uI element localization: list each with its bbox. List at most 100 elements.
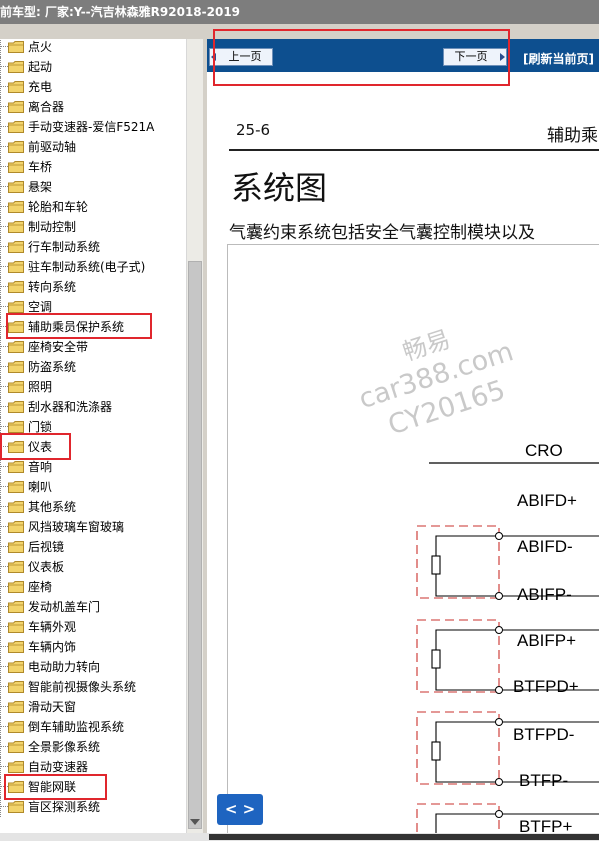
tree-item-label: 前驱动轴 [28,140,77,154]
tree-item[interactable]: 车辆内饰 [0,637,186,657]
folder-icon [8,41,24,53]
tree-connector [0,106,8,107]
folder-icon [8,301,24,313]
tree-item-label: 仪表 [28,440,53,454]
tree-item-label: 手动变速器-爱信F521A [28,120,155,134]
tree-item[interactable]: 后视镜 [0,537,186,557]
tree-connector [0,466,8,467]
tree-item-label: 音响 [28,460,53,474]
toggle-pane-button[interactable]: < > [217,794,263,825]
tree-item[interactable]: 刮水器和洗涤器 [0,397,186,417]
tree-scrollbar[interactable] [186,39,203,833]
tree-item[interactable]: 音响 [0,457,186,477]
connector-dashed-box [416,711,500,785]
prev-page-label: 上一页 [228,50,262,63]
tree-item[interactable]: 转向系统 [0,277,186,297]
connector-wire [435,813,497,833]
tree-item[interactable]: 仪表 [0,437,186,457]
tree-item[interactable]: 手动变速器-爱信F521A [0,117,186,137]
tree-connector [0,457,1,477]
tree-item-label: 倒车辅助监视系统 [28,720,125,734]
folder-icon [8,641,24,653]
arrow-right-icon [500,53,505,61]
diagram-signal-label: ABIFD- [517,537,573,556]
tree-item-label: 驻车制动系统(电子式) [28,260,146,274]
tree-connector [0,426,8,427]
tree-item[interactable]: 制动控制 [0,217,186,237]
tree-item[interactable]: 自动变速器 [0,757,186,777]
category-tree[interactable]: 点火 起动 充电 离合器手动变速器-爱信F521A 前驱动轴车桥悬架轮胎和车轮 制动控制行… [0,39,186,833]
horizontal-scrollbar-thumb[interactable] [209,834,599,840]
tree-item[interactable]: 空调 [0,297,186,317]
next-page-button[interactable]: 下一页 [443,48,507,66]
tree-connector [0,97,1,117]
tree-item[interactable]: 座椅安全带 [0,337,186,357]
tree-connector [0,637,1,657]
folder-icon [8,181,24,193]
folder-icon [8,281,24,293]
folder-icon [8,761,24,773]
tree-item[interactable]: 倒车辅助监视系统 [0,717,186,737]
page-nav-bar: 上一页 下一页 [刷新当前页] [207,39,599,72]
tree-connector [0,766,8,767]
header-rule [229,149,599,151]
tree-connector [0,597,1,617]
resistor-symbol [431,649,441,669]
tree-item[interactable]: 辅助乘员保护系统 [0,317,186,337]
diagram-signal-label: ABIFD+ [517,491,577,510]
tree-connector [0,317,1,337]
tree-connector [0,706,8,707]
tree-item[interactable]: 行车制动系统 [0,237,186,257]
tree-connector [0,257,1,277]
tree-item-label: 辅助乘员保护系统 [28,320,125,334]
tree-item[interactable]: 发动机盖车门 [0,597,186,617]
tree-item[interactable]: 照明 [0,377,186,397]
tree-connector [0,137,1,157]
tree-scrollbar-thumb[interactable] [188,261,202,829]
tree-item[interactable]: 防盗系统 [0,357,186,377]
tree-item[interactable]: 盲区探测系统 [0,797,186,817]
tree-item[interactable]: 车辆外观 [0,617,186,637]
tree-connector [0,417,1,437]
tree-item[interactable]: 门锁 [0,417,186,437]
folder-icon [8,341,24,353]
tree-connector [0,617,1,637]
tree-item[interactable]: 风挡玻璃车窗玻璃 [0,517,186,537]
tree-item[interactable]: 全景影像系统 [0,737,186,757]
tree-item[interactable]: 智能网联 [0,777,186,797]
tree-item[interactable]: 驻车制动系统(电子式) [0,257,186,277]
tree-item[interactable]: 充电 [0,77,186,97]
tree-item-label: 悬架 [28,180,53,194]
tree-item-label: 自动变速器 [28,760,89,774]
prev-page-button[interactable]: 上一页 [209,48,273,66]
tree-connector [0,357,1,377]
tree-connector [0,757,1,777]
tree-item[interactable]: 前驱动轴 [0,137,186,157]
connector-dashed-box [416,619,500,693]
tree-item[interactable]: 滑动天窗 [0,697,186,717]
tree-connector [0,326,8,327]
tree-connector [0,337,1,357]
tree-item[interactable]: 离合器 [0,97,186,117]
scroll-down-arrow-icon[interactable] [190,819,200,825]
tree-connector [0,537,1,557]
tree-item[interactable]: 悬架 [0,177,186,197]
tree-connector [0,746,8,747]
tree-item[interactable]: 电动助力转向 [0,657,186,677]
tree-item[interactable]: 座椅 [0,577,186,597]
tree-item[interactable]: 其他系统 [0,497,186,517]
refresh-page-link[interactable]: [刷新当前页] [523,51,594,67]
folder-icon [8,561,24,573]
tree-item[interactable]: 仪表板 [0,557,186,577]
folder-icon [8,141,24,153]
tree-connector [0,666,8,667]
tree-item[interactable]: 车桥 [0,157,186,177]
document-viewer: 上一页 下一页 [刷新当前页] 25-6 辅助乘 系统图 气囊约束系统包括安全气… [207,39,599,833]
tree-item[interactable]: 点火 [0,39,186,57]
tree-connector [0,86,8,87]
tree-item[interactable]: 起动 [0,57,186,77]
horizontal-scrollbar[interactable] [0,833,599,841]
tree-item[interactable]: 智能前视摄像头系统 [0,677,186,697]
tree-item[interactable]: 轮胎和车轮 [0,197,186,217]
tree-item[interactable]: 喇叭 [0,477,186,497]
